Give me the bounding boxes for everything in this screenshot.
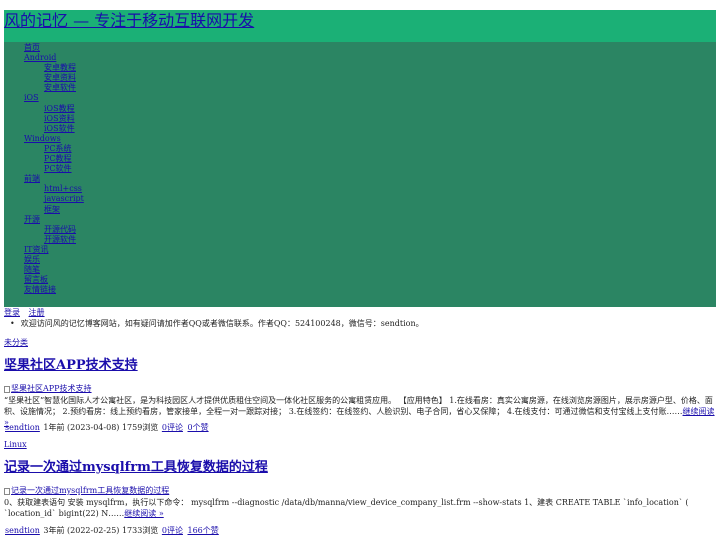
post-thumbnail-alt: 记录一次通过mysqlfrm工具恢复数据的过程 (11, 486, 170, 495)
nav-item: 留言板 (24, 275, 84, 285)
nav-item: Android (24, 53, 84, 63)
site-title-link[interactable]: 风的记忆 — 专注于移动互联网开发 (4, 11, 254, 31)
nav-item: Windows (24, 134, 84, 144)
post-thumbnail-alt: 坚果社区APP技术支持 (11, 384, 92, 393)
nav-link[interactable]: html+css (44, 184, 82, 193)
nav-item: IT资讯 (24, 245, 84, 255)
nav-item: iOS教程 (24, 104, 84, 114)
nav-link[interactable]: Android (24, 53, 56, 62)
nav-link[interactable]: IT资讯 (24, 245, 49, 254)
nav-link[interactable]: 安卓软件 (44, 83, 76, 92)
post-date: 3年前 (2022-02-25) (43, 526, 120, 535)
nav-item: iOS资料 (24, 114, 84, 124)
nav-link[interactable]: 开源软件 (44, 235, 76, 244)
nav-item: 开源软件 (24, 235, 84, 245)
nav-link[interactable]: 友情链接 (24, 285, 56, 294)
post-date: 1年前 (2023-04-08) (43, 423, 120, 432)
broken-image-icon (4, 487, 10, 495)
nav-item: 友情链接 (24, 285, 84, 295)
post-category-link[interactable]: Linux (4, 440, 27, 450)
post-excerpt: 0、获取建表语句 安装 mysqlfrm，执行以下命令： mysqlfrm --… (4, 497, 716, 519)
nav-item: 娱乐 (24, 255, 84, 265)
nav-item: 开源代码 (24, 225, 84, 235)
nav-link[interactable]: 随笔 (24, 265, 40, 274)
nav-item: 安卓教程 (24, 63, 84, 73)
nav-item: PC软件 (24, 164, 84, 174)
login-link[interactable]: 登录 (4, 308, 20, 317)
post-author-link[interactable]: sendtion (5, 526, 40, 535)
nav-link[interactable]: PC系统 (44, 144, 72, 153)
nav-link[interactable]: 首页 (24, 43, 40, 52)
nav-item: 随笔 (24, 265, 84, 275)
nav-item: html+css (24, 184, 84, 194)
main-navigation: 首页 Android 安卓教程 安卓资料 安卓软件 iOS iOS教程 iOS资料 iOS软件 W… (4, 42, 716, 307)
nav-link[interactable]: iOS资料 (44, 114, 75, 123)
nav-link[interactable]: iOS教程 (44, 104, 75, 113)
post-comments-link[interactable]: 0评论 (162, 526, 183, 535)
nav-link[interactable]: iOS软件 (44, 124, 75, 133)
post-excerpt-text: “坚果社区”智慧化国际人才公寓社区，是为科技园区人才提供优质租住空间及一体化社区… (4, 396, 713, 416)
nav-link[interactable]: javascript (44, 194, 84, 203)
nav-link[interactable]: 安卓教程 (44, 63, 76, 72)
nav-item: PC教程 (24, 154, 84, 164)
nav-link[interactable]: Windows (24, 134, 61, 143)
nav-item: 安卓软件 (24, 83, 84, 93)
nav-item: 框架 (24, 205, 84, 215)
post-thumbnail[interactable]: 坚果社区APP技术支持 (4, 384, 92, 394)
post-category-link[interactable]: 未分类 (4, 338, 28, 348)
nav-item: 首页 (24, 43, 84, 53)
nav-menu: 首页 Android 安卓教程 安卓资料 安卓软件 iOS iOS教程 iOS资料 iOS软件 W… (24, 43, 84, 295)
nav-item: 安卓资料 (24, 73, 84, 83)
post-title: 记录一次通过mysqlfrm工具恢复数据的过程 (4, 460, 268, 476)
nav-link[interactable]: 开源 (24, 215, 40, 224)
nav-item: 前端 (24, 174, 84, 184)
nav-link[interactable]: 娱乐 (24, 255, 40, 264)
register-link[interactable]: 注册 (29, 308, 45, 317)
post-views: 1733浏览 (121, 526, 159, 535)
post-title-link[interactable]: 记录一次通过mysqlfrm工具恢复数据的过程 (4, 460, 268, 475)
post-excerpt-text: 0、获取建表语句 安装 mysqlfrm，执行以下命令： mysqlfrm --… (4, 498, 689, 518)
nav-item: iOS软件 (24, 124, 84, 134)
read-more-link[interactable]: 继续阅读 » (124, 509, 163, 518)
nav-item: iOS (24, 93, 84, 103)
post-likes-link[interactable]: 166个赞 (188, 526, 219, 535)
nav-link[interactable]: 框架 (44, 205, 60, 214)
post-likes-link[interactable]: 0个赞 (188, 423, 209, 432)
site-header: 风的记忆 — 专注于移动互联网开发 (4, 10, 716, 42)
post-meta: sendtion 3年前 (2022-02-25) 1733浏览 0评论 166… (4, 526, 220, 536)
nav-link[interactable]: 前端 (24, 174, 40, 183)
nav-link[interactable]: 安卓资料 (44, 73, 76, 82)
auth-links: 登录 注册 (4, 308, 51, 318)
post-thumbnail[interactable]: 记录一次通过mysqlfrm工具恢复数据的过程 (4, 486, 169, 496)
nav-link[interactable]: PC教程 (44, 154, 72, 163)
nav-link[interactable]: 留言板 (24, 275, 48, 284)
site-notice: 欢迎访问风的记忆博客网站，如有疑问请加作者QQ或者微信联系。作者QQ：52410… (4, 319, 424, 329)
post-title-link[interactable]: 坚果社区APP技术支持 (4, 358, 138, 373)
nav-item: 开源 (24, 215, 84, 225)
post-views: 1759浏览 (121, 423, 159, 432)
post-title: 坚果社区APP技术支持 (4, 358, 138, 374)
nav-item: javascript (24, 194, 84, 204)
nav-link[interactable]: 开源代码 (44, 225, 76, 234)
post-comments-link[interactable]: 0评论 (162, 423, 183, 432)
post-author-link[interactable]: sendtion (5, 423, 40, 432)
nav-link[interactable]: PC软件 (44, 164, 72, 173)
nav-item: PC系统 (24, 144, 84, 154)
broken-image-icon (4, 385, 10, 393)
post-meta: sendtion 1年前 (2023-04-08) 1759浏览 0评论 0个赞 (4, 423, 210, 433)
nav-link[interactable]: iOS (24, 93, 39, 102)
